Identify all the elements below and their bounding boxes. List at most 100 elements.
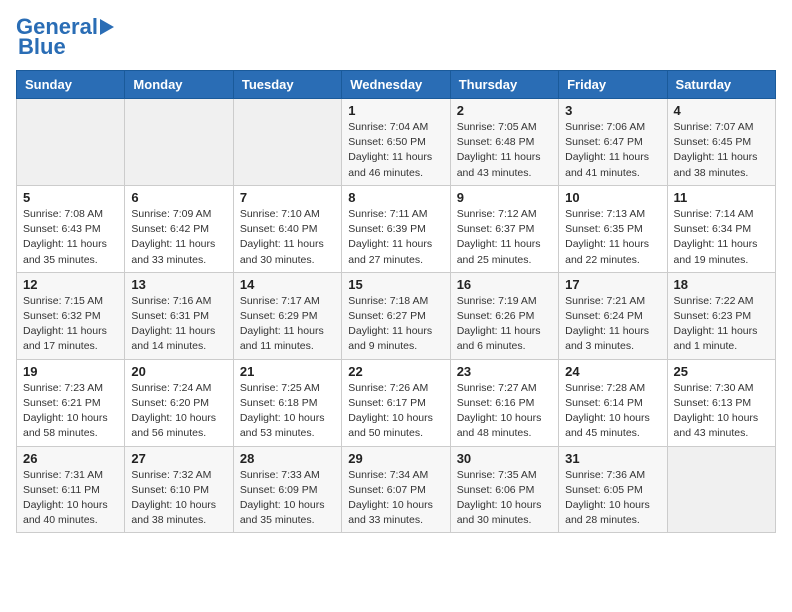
day-number: 20 [131, 364, 226, 379]
day-info: Sunrise: 7:07 AM Sunset: 6:45 PM Dayligh… [674, 120, 769, 181]
day-info: Sunrise: 7:08 AM Sunset: 6:43 PM Dayligh… [23, 207, 118, 268]
day-info: Sunrise: 7:17 AM Sunset: 6:29 PM Dayligh… [240, 294, 335, 355]
day-number: 23 [457, 364, 552, 379]
calendar-cell [17, 99, 125, 186]
day-info: Sunrise: 7:31 AM Sunset: 6:11 PM Dayligh… [23, 468, 118, 529]
day-info: Sunrise: 7:25 AM Sunset: 6:18 PM Dayligh… [240, 381, 335, 442]
calendar-week-row: 1 Sunrise: 7:04 AM Sunset: 6:50 PM Daylig… [17, 99, 776, 186]
day-of-week-header: Sunday [17, 71, 125, 99]
calendar-week-row: 12 Sunrise: 7:15 AM Sunset: 6:32 PM Dayli… [17, 272, 776, 359]
day-number: 15 [348, 277, 443, 292]
day-info: Sunrise: 7:12 AM Sunset: 6:37 PM Dayligh… [457, 207, 552, 268]
calendar-cell: 16Sunrise: 7:19 AM Sunset: 6:26 PM Dayli… [450, 272, 558, 359]
day-number: 3 [565, 103, 660, 118]
calendar-cell: 21Sunrise: 7:25 AM Sunset: 6:18 PM Dayli… [233, 359, 341, 446]
calendar-cell: 30 Sunrise: 7:35 AM Sunset: 6:06 PM Dayli… [450, 446, 558, 533]
day-number: 30 [457, 451, 552, 466]
day-number: 13 [131, 277, 226, 292]
calendar-cell: 31 Sunrise: 7:36 AM Sunset: 6:05 PM Dayli… [559, 446, 667, 533]
day-info: Sunrise: 7:22 AM Sunset: 6:23 PM Dayligh… [674, 294, 769, 355]
day-number: 5 [23, 190, 118, 205]
day-number: 27 [131, 451, 226, 466]
day-number: 22 [348, 364, 443, 379]
calendar-cell [233, 99, 341, 186]
day-of-week-header: Saturday [667, 71, 775, 99]
day-number: 1 [348, 103, 443, 118]
logo-blue: Blue [18, 34, 66, 60]
day-number: 2 [457, 103, 552, 118]
calendar-cell: 23 Sunrise: 7:27 AM Sunset: 6:16 PM Dayli… [450, 359, 558, 446]
day-number: 19 [23, 364, 118, 379]
day-of-week-header: Friday [559, 71, 667, 99]
day-info: Sunrise: 7:23 AM Sunset: 6:21 PM Dayligh… [23, 381, 118, 442]
day-number: 18 [674, 277, 769, 292]
calendar-cell: 14 Sunrise: 7:17 AM Sunset: 6:29 PM Dayli… [233, 272, 341, 359]
day-info: Sunrise: 7:04 AM Sunset: 6:50 PM Dayligh… [348, 120, 443, 181]
day-number: 28 [240, 451, 335, 466]
day-of-week-header: Thursday [450, 71, 558, 99]
day-info: Sunrise: 7:15 AM Sunset: 6:32 PM Dayligh… [23, 294, 118, 355]
day-info: Sunrise: 7:34 AM Sunset: 6:07 PM Dayligh… [348, 468, 443, 529]
calendar-cell: 24Sunrise: 7:28 AM Sunset: 6:14 PM Dayli… [559, 359, 667, 446]
calendar-cell: 27Sunrise: 7:32 AM Sunset: 6:10 PM Dayli… [125, 446, 233, 533]
day-number: 14 [240, 277, 335, 292]
calendar-cell: 29 Sunrise: 7:34 AM Sunset: 6:07 PM Dayli… [342, 446, 450, 533]
calendar-cell: 11 Sunrise: 7:14 AM Sunset: 6:34 PM Dayli… [667, 185, 775, 272]
calendar-cell: 1 Sunrise: 7:04 AM Sunset: 6:50 PM Daylig… [342, 99, 450, 186]
day-number: 7 [240, 190, 335, 205]
calendar-cell: 17 Sunrise: 7:21 AM Sunset: 6:24 PM Dayli… [559, 272, 667, 359]
calendar-cell: 4 Sunrise: 7:07 AM Sunset: 6:45 PM Daylig… [667, 99, 775, 186]
day-info: Sunrise: 7:16 AM Sunset: 6:31 PM Dayligh… [131, 294, 226, 355]
calendar-cell: 6Sunrise: 7:09 AM Sunset: 6:42 PM Daylig… [125, 185, 233, 272]
day-info: Sunrise: 7:06 AM Sunset: 6:47 PM Dayligh… [565, 120, 660, 181]
calendar-week-row: 19 Sunrise: 7:23 AM Sunset: 6:21 PM Dayli… [17, 359, 776, 446]
calendar-cell: 7 Sunrise: 7:10 AM Sunset: 6:40 PM Daylig… [233, 185, 341, 272]
day-number: 8 [348, 190, 443, 205]
day-info: Sunrise: 7:36 AM Sunset: 6:05 PM Dayligh… [565, 468, 660, 529]
day-info: Sunrise: 7:30 AM Sunset: 6:13 PM Dayligh… [674, 381, 769, 442]
day-number: 16 [457, 277, 552, 292]
day-info: Sunrise: 7:10 AM Sunset: 6:40 PM Dayligh… [240, 207, 335, 268]
calendar-cell: 20 Sunrise: 7:24 AM Sunset: 6:20 PM Dayli… [125, 359, 233, 446]
day-info: Sunrise: 7:13 AM Sunset: 6:35 PM Dayligh… [565, 207, 660, 268]
day-number: 29 [348, 451, 443, 466]
calendar-body: 1 Sunrise: 7:04 AM Sunset: 6:50 PM Daylig… [17, 99, 776, 533]
day-info: Sunrise: 7:21 AM Sunset: 6:24 PM Dayligh… [565, 294, 660, 355]
day-of-week-header: Tuesday [233, 71, 341, 99]
day-info: Sunrise: 7:24 AM Sunset: 6:20 PM Dayligh… [131, 381, 226, 442]
day-of-week-header: Monday [125, 71, 233, 99]
day-info: Sunrise: 7:27 AM Sunset: 6:16 PM Dayligh… [457, 381, 552, 442]
day-info: Sunrise: 7:14 AM Sunset: 6:34 PM Dayligh… [674, 207, 769, 268]
day-info: Sunrise: 7:35 AM Sunset: 6:06 PM Dayligh… [457, 468, 552, 529]
day-info: Sunrise: 7:18 AM Sunset: 6:27 PM Dayligh… [348, 294, 443, 355]
calendar-cell: 28 Sunrise: 7:33 AM Sunset: 6:09 PM Dayli… [233, 446, 341, 533]
day-number: 12 [23, 277, 118, 292]
calendar-cell [667, 446, 775, 533]
logo: General Blue [16, 16, 114, 60]
calendar-cell: 13 Sunrise: 7:16 AM Sunset: 6:31 PM Dayli… [125, 272, 233, 359]
day-number: 25 [674, 364, 769, 379]
day-number: 11 [674, 190, 769, 205]
day-number: 26 [23, 451, 118, 466]
calendar-cell [125, 99, 233, 186]
day-of-week-header: Wednesday [342, 71, 450, 99]
day-info: Sunrise: 7:26 AM Sunset: 6:17 PM Dayligh… [348, 381, 443, 442]
calendar-cell: 19 Sunrise: 7:23 AM Sunset: 6:21 PM Dayli… [17, 359, 125, 446]
calendar-cell: 15 Sunrise: 7:18 AM Sunset: 6:27 PM Dayli… [342, 272, 450, 359]
calendar-week-row: 5 Sunrise: 7:08 AM Sunset: 6:43 PM Daylig… [17, 185, 776, 272]
day-number: 31 [565, 451, 660, 466]
calendar-cell: 10 Sunrise: 7:13 AM Sunset: 6:35 PM Dayli… [559, 185, 667, 272]
page-header: General Blue [16, 16, 776, 60]
day-number: 9 [457, 190, 552, 205]
calendar-cell: 26 Sunrise: 7:31 AM Sunset: 6:11 PM Dayli… [17, 446, 125, 533]
day-number: 4 [674, 103, 769, 118]
calendar-cell: 3 Sunrise: 7:06 AM Sunset: 6:47 PM Daylig… [559, 99, 667, 186]
day-info: Sunrise: 7:33 AM Sunset: 6:09 PM Dayligh… [240, 468, 335, 529]
calendar-header-row: SundayMondayTuesdayWednesdayThursdayFrid… [17, 71, 776, 99]
calendar-cell: 22 Sunrise: 7:26 AM Sunset: 6:17 PM Dayli… [342, 359, 450, 446]
day-number: 10 [565, 190, 660, 205]
calendar-table: SundayMondayTuesdayWednesdayThursdayFrid… [16, 70, 776, 533]
day-number: 6 [131, 190, 226, 205]
day-number: 17 [565, 277, 660, 292]
calendar-cell: 2Sunrise: 7:05 AM Sunset: 6:48 PM Daylig… [450, 99, 558, 186]
